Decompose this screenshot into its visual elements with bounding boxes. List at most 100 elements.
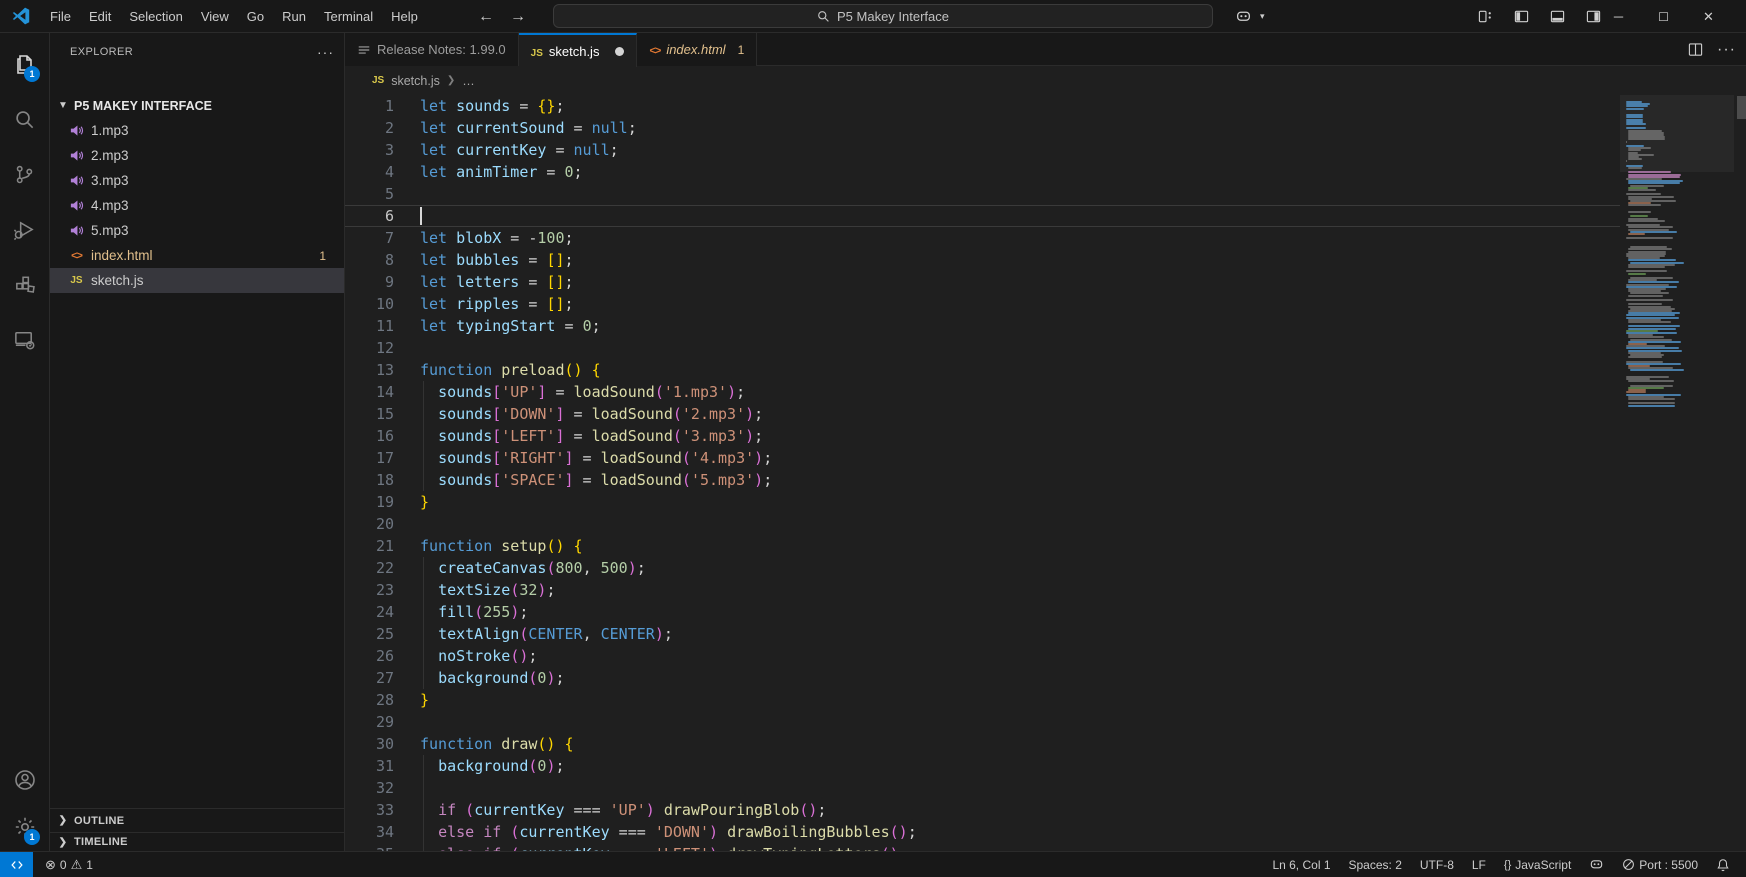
- status-live-server-port[interactable]: Port : 5500: [1616, 854, 1704, 876]
- sidebar-section-timeline[interactable]: ❯ TIMELINE: [50, 832, 344, 851]
- activity-badge: 1: [24, 66, 40, 82]
- code-line-16[interactable]: 16 sounds['LEFT'] = loadSound('3.mp3');: [345, 425, 1746, 447]
- status-notifications[interactable]: [1710, 854, 1736, 876]
- menu-item-go[interactable]: Go: [238, 5, 273, 28]
- breadcrumb-more[interactable]: …: [462, 74, 475, 88]
- line-number: 29: [375, 713, 394, 731]
- status-label: Port : 5500: [1639, 857, 1698, 872]
- code-line-28[interactable]: 28}: [345, 689, 1746, 711]
- project-folder-header[interactable]: ▼ P5 MAKEY INTERFACE: [50, 93, 344, 118]
- code-line-11[interactable]: 11 let typingStart = 0;: [345, 315, 1746, 337]
- activity-item-explorer[interactable]: 1: [0, 44, 49, 84]
- command-center[interactable]: P5 Makey Interface: [553, 4, 1213, 28]
- code-line-29[interactable]: 29: [345, 711, 1746, 733]
- activity-item-account[interactable]: [0, 760, 49, 800]
- line-number: 11: [375, 317, 394, 335]
- code-line-30[interactable]: 30 function draw() {: [345, 733, 1746, 755]
- remote-indicator[interactable]: [0, 851, 33, 877]
- menu-item-help[interactable]: Help: [382, 5, 427, 28]
- forward-arrow-icon[interactable]: →: [510, 8, 526, 26]
- unsaved-dot-icon[interactable]: [615, 46, 625, 56]
- breadcrumb-file[interactable]: sketch.js: [391, 74, 440, 88]
- code-line-35[interactable]: 35 else if (currentKey === 'LEFT') drawT…: [345, 843, 1746, 851]
- sidebar-section-outline[interactable]: ❯ OUTLINE: [50, 808, 344, 832]
- code-line-12[interactable]: 12: [345, 337, 1746, 359]
- customize-layout-icon[interactable]: [1470, 4, 1500, 30]
- status-eol[interactable]: LF: [1466, 854, 1492, 876]
- toggle-panel-icon[interactable]: [1542, 4, 1572, 30]
- code-line-33[interactable]: 33 if (currentKey === 'UP') drawPouringB…: [345, 799, 1746, 821]
- close-button[interactable]: ✕: [1686, 0, 1731, 33]
- file-row-2.mp3[interactable]: 2.mp3: [50, 143, 344, 168]
- code-line-25[interactable]: 25 textAlign(CENTER, CENTER);: [345, 623, 1746, 645]
- activity-item-run-debug[interactable]: [0, 209, 49, 249]
- code-line-17[interactable]: 17 sounds['RIGHT'] = loadSound('4.mp3');: [345, 447, 1746, 469]
- menu-item-file[interactable]: File: [41, 5, 80, 28]
- activity-item-settings[interactable]: 1: [0, 807, 49, 847]
- menu-item-edit[interactable]: Edit: [80, 5, 120, 28]
- code-line-4[interactable]: 4 let animTimer = 0;: [345, 161, 1746, 183]
- maximize-button[interactable]: ☐: [1641, 0, 1686, 33]
- file-row-1.mp3[interactable]: 1.mp3: [50, 118, 344, 143]
- status-encoding[interactable]: UTF-8: [1414, 854, 1460, 876]
- code-line-31[interactable]: 31 background(0);: [345, 755, 1746, 777]
- split-editor-icon[interactable]: [1688, 42, 1703, 57]
- code-line-13[interactable]: 13 function preload() {: [345, 359, 1746, 381]
- code-line-10[interactable]: 10 let ripples = [];: [345, 293, 1746, 315]
- code-line-22[interactable]: 22 createCanvas(800, 500);: [345, 557, 1746, 579]
- code-line-2[interactable]: 2 let currentSound = null;: [345, 117, 1746, 139]
- status-indentation[interactable]: Spaces: 2: [1343, 854, 1408, 876]
- code-line-34[interactable]: 34 else if (currentKey === 'DOWN') drawB…: [345, 821, 1746, 843]
- file-row-sketch.js[interactable]: JS sketch.js: [50, 268, 344, 293]
- release-notes-icon: [357, 43, 371, 57]
- code-line-19[interactable]: 19}: [345, 491, 1746, 513]
- status-copilot-status[interactable]: [1583, 854, 1610, 876]
- code-line-26[interactable]: 26 noStroke();: [345, 645, 1746, 667]
- menu-item-run[interactable]: Run: [273, 5, 315, 28]
- activity-item-remote-explorer[interactable]: [0, 319, 49, 359]
- menu-item-view[interactable]: View: [192, 5, 238, 28]
- code-line-20[interactable]: 20: [345, 513, 1746, 535]
- views-more-actions-icon[interactable]: ···: [317, 44, 334, 60]
- code-line-14[interactable]: 14 sounds['UP'] = loadSound('1.mp3');: [345, 381, 1746, 403]
- code-line-1[interactable]: 1 let sounds = {};: [345, 95, 1746, 117]
- code-line-15[interactable]: 15 sounds['DOWN'] = loadSound('2.mp3');: [345, 403, 1746, 425]
- toggle-primary-sidebar-icon[interactable]: [1506, 4, 1536, 30]
- code-line-8[interactable]: 8 let bubbles = [];: [345, 249, 1746, 271]
- tab-index-html[interactable]: <> index.html 1: [637, 33, 758, 66]
- code-line-6[interactable]: 6: [345, 205, 1746, 227]
- file-row-4.mp3[interactable]: 4.mp3: [50, 193, 344, 218]
- chevron-down-icon: ▾: [1260, 11, 1265, 21]
- status-language-mode[interactable]: {} JavaScript: [1498, 854, 1577, 876]
- editor-more-actions-icon[interactable]: ···: [1717, 41, 1736, 59]
- problems-status[interactable]: ⊗ 0 ⚠ 1: [39, 854, 99, 876]
- code-editor[interactable]: 1 let sounds = {}; 2 let currentSound = nul…: [345, 95, 1746, 851]
- code-line-32[interactable]: 32: [345, 777, 1746, 799]
- minimize-button[interactable]: ─: [1596, 0, 1641, 33]
- code-line-9[interactable]: 9 let letters = [];: [345, 271, 1746, 293]
- code-line-7[interactable]: 7 let blobX = -100;: [345, 227, 1746, 249]
- code-line-24[interactable]: 24 fill(255);: [345, 601, 1746, 623]
- code-line-23[interactable]: 23 textSize(32);: [345, 579, 1746, 601]
- menu-item-selection[interactable]: Selection: [120, 5, 191, 28]
- code-line-18[interactable]: 18 sounds['SPACE'] = loadSound('5.mp3');: [345, 469, 1746, 491]
- code-line-5[interactable]: 5: [345, 183, 1746, 205]
- file-row-3.mp3[interactable]: 3.mp3: [50, 168, 344, 193]
- history-nav: ← →: [478, 0, 526, 33]
- tab-sketch-js[interactable]: JS sketch.js: [518, 33, 638, 67]
- tab-release-notes-1-99-0[interactable]: Release Notes: 1.99.0: [345, 33, 519, 66]
- code-line-3[interactable]: 3 let currentKey = null;: [345, 139, 1746, 161]
- line-number: 24: [375, 603, 394, 621]
- activity-item-search[interactable]: [0, 99, 49, 139]
- file-row-5.mp3[interactable]: 5.mp3: [50, 218, 344, 243]
- copilot-menu[interactable]: ▾: [1228, 0, 1265, 33]
- status-cursor-position[interactable]: Ln 6, Col 1: [1266, 854, 1336, 876]
- code-line-27[interactable]: 27 background(0);: [345, 667, 1746, 689]
- back-arrow-icon[interactable]: ←: [478, 8, 494, 26]
- code-line-21[interactable]: 21 function setup() {: [345, 535, 1746, 557]
- activity-item-extensions[interactable]: [0, 264, 49, 304]
- menu-item-terminal[interactable]: Terminal: [315, 5, 382, 28]
- file-row-index.html[interactable]: <> index.html 1: [50, 243, 344, 268]
- activity-item-source-control[interactable]: [0, 154, 49, 194]
- copilot-icon: [1589, 857, 1604, 872]
